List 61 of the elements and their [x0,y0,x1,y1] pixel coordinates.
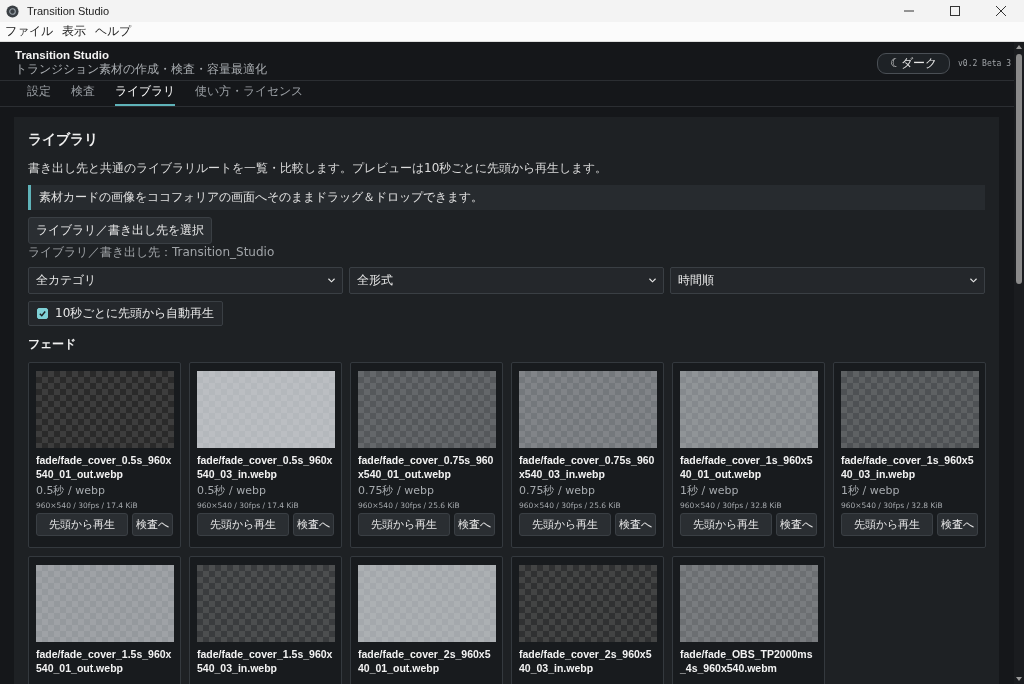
checkbox[interactable] [37,308,48,319]
app-icon [6,4,19,18]
chevron-icon [970,278,977,283]
tab[interactable]: 使い方・ライセンス [195,81,303,106]
card-button[interactable]: 検査へ [937,513,978,536]
app-subtitle: トランジション素材の作成・検査・容量最適化 [15,60,267,78]
card-button[interactable]: 検査へ [776,513,817,536]
chevron-icon [649,278,656,283]
app-title: Transition Studio [15,48,110,61]
section-heading: フェード [28,336,77,353]
file-name: fade/fade_cover_1.5s_960x540_03_in.webp [197,647,334,675]
menu-item[interactable]: ファイル [5,23,53,40]
file-name: fade/fade_cover_1.5s_960x540_01_out.webp [36,647,173,675]
filter-dropdown[interactable]: 全カテゴリ [28,267,343,294]
scrollbar[interactable] [1014,42,1024,684]
filter-dropdown[interactable]: 全形式 [349,267,664,294]
version-label: v0.2 Beta 3 [958,58,1011,68]
card-button[interactable]: 検査へ [293,513,334,536]
maximize-icon[interactable] [950,6,960,16]
duration-format: 1秒 / webp [841,483,901,498]
chevron-icon [328,278,335,283]
select-folder-button[interactable]: ライブラリ／書き出し先を選択 [28,217,212,244]
tab[interactable]: ライブラリ [115,81,175,106]
tab[interactable]: 検査 [71,81,95,106]
card-button[interactable]: 検査へ [454,513,495,536]
menu-item[interactable]: ヘルプ [95,23,131,40]
window-title: Transition Studio [27,5,110,17]
file-name: fade/fade_cover_0.75s_960x540_03_in.webp [519,453,656,481]
path-label: ライブラリ／書き出し先：Transition_Studio [28,244,276,261]
filter-dropdown[interactable]: 時間順 [670,267,985,294]
file-name: fade/fade_cover_2s_960x540_01_out.webp [358,647,492,675]
file-name: fade/fade_cover_1s_960x540_03_in.webp [841,453,975,481]
duration-format: 0.5秒 / webp [36,483,106,498]
duration-format: 0.5秒 / webp [197,483,267,498]
card-button[interactable]: 先頭から再生 [680,513,772,536]
duration-format: 0.75秒 / webp [358,483,435,498]
card-button[interactable]: 先頭から再生 [197,513,289,536]
card-button[interactable]: 検査へ [132,513,173,536]
file-name: fade/fade_cover_0.5s_960x540_03_in.webp [197,453,334,481]
file-name: fade/fade_cover_2s_960x540_03_in.webp [519,647,653,675]
panel-heading: ライブラリ [28,131,99,149]
file-name: fade/fade_cover_1s_960x540_01_out.webp [680,453,814,481]
card-button[interactable]: 先頭から再生 [36,513,128,536]
scroll-up-icon[interactable] [1015,44,1023,50]
file-name: fade/fade_cover_0.5s_960x540_01_out.webp [36,453,173,481]
info-note: 素材カードの画像をココフォリアの画面へそのままドラッグ＆ドロップできます。 [28,185,985,210]
file-name: fade/fade_OBS_TP2000ms_4s_960x540.webm [680,647,814,675]
card-button[interactable]: 先頭から再生 [519,513,611,536]
scroll-down-icon[interactable] [1015,676,1023,682]
description: 書き出し先と共通のライブラリルートを一覧・比較します。プレビューは10秒ごとに先頭から再生します。 [28,160,609,177]
card-button[interactable]: 検査へ [615,513,656,536]
card-button[interactable]: 先頭から再生 [358,513,450,536]
tab[interactable]: 設定 [27,81,51,106]
duration-format: 1秒 / webp [680,483,740,498]
theme-button[interactable]: ☾ダーク [877,52,950,74]
menu-item[interactable]: 表示 [62,23,86,40]
autoplay-checkbox[interactable]: 10秒ごとに先頭から自動再生 [28,301,224,326]
close-icon[interactable] [996,6,1006,16]
file-name: fade/fade_cover_0.75s_960x540_01_out.webp [358,453,495,481]
card-button[interactable]: 先頭から再生 [841,513,933,536]
duration-format: 0.75秒 / webp [519,483,596,498]
